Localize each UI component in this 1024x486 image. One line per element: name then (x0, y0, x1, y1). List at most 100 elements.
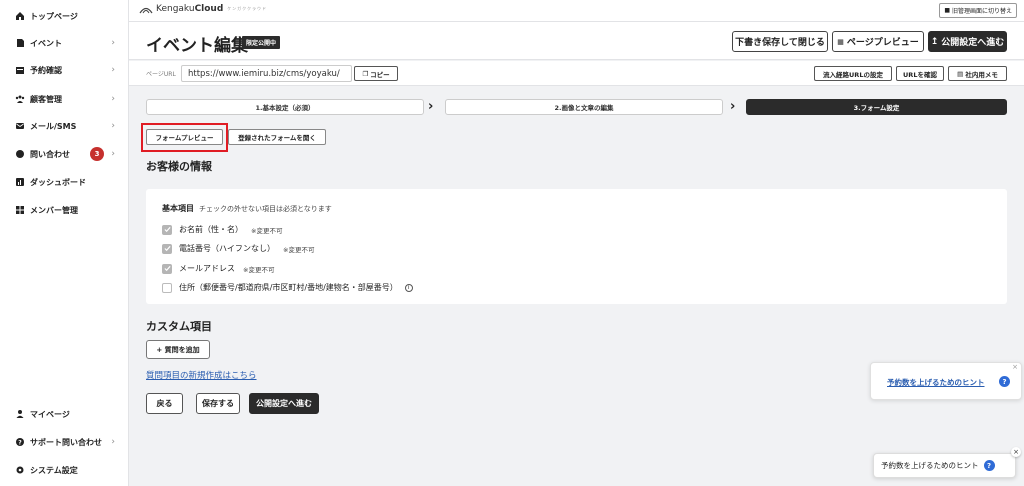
step-basic-settings[interactable]: 1.基本設定（必須） (146, 99, 424, 115)
page-preview-button[interactable]: ▦ ページプレビュー (832, 31, 924, 52)
main-content: イベント編集 限定公開中 下書き保存して閉じる ▦ ページプレビュー ↥ 公開設… (129, 22, 1024, 486)
sidebar-item-label: システム設定 (30, 465, 78, 475)
add-question-button[interactable]: + 質問を追加 (146, 340, 210, 359)
upload-icon: ↥ (930, 36, 939, 47)
field-label: お名前（性・名） (179, 225, 243, 234)
info-icon[interactable]: i (404, 283, 413, 292)
page-title: イベント編集 (146, 36, 248, 56)
document-icon (14, 38, 25, 49)
logo: Kengaku Cloud ケンガククラウド (139, 4, 267, 14)
chevron-right-icon: › (111, 437, 115, 447)
sidebar-item-label: メンバー管理 (30, 205, 78, 215)
basic-note: チェックの外せない項目は必須となります (199, 205, 332, 213)
copy-label: コピー (370, 70, 390, 79)
sidebar: トップページ イベント › 予約確認 › 顧客管理 › メール/SMS › 問い… (0, 0, 129, 486)
status-badge: 限定公開中 (242, 36, 281, 49)
url-bar: ページURL https://www.iemiru.biz/cms/yoyaku… (129, 61, 1024, 86)
highlight-box (141, 123, 228, 152)
person-icon (14, 409, 25, 420)
chevron-right-icon: › (111, 94, 115, 104)
memo-icon: ▤ (957, 69, 964, 78)
chart-icon (14, 177, 25, 188)
save-draft-close-button[interactable]: 下書き保存して閉じる (732, 31, 828, 52)
internal-memo-label: 社内用メモ (965, 70, 998, 79)
sidebar-item-dashboard[interactable]: ダッシュボード (0, 171, 129, 193)
switch-old-admin-button[interactable]: ■ 旧管理画面に切り替え (939, 3, 1017, 18)
open-registered-form-button[interactable]: 登録されたフォームを開く (228, 129, 326, 145)
question-icon: ? (999, 376, 1010, 387)
sidebar-item-label: ダッシュボード (30, 177, 86, 187)
field-note: ※変更不可 (243, 265, 275, 274)
sidebar-item-reservations[interactable]: 予約確認 › (0, 59, 129, 81)
field-label: メールアドレス (179, 264, 235, 273)
copy-url-button[interactable]: ❐ コピー (354, 66, 398, 81)
svg-text:?: ? (18, 439, 22, 446)
sidebar-item-label: イベント (30, 38, 62, 48)
internal-memo-button[interactable]: ▤ 社内用メモ (948, 66, 1007, 81)
switch-icon: ■ (944, 7, 950, 14)
basic-title: 基本項目 (162, 204, 194, 213)
checkbox[interactable] (162, 263, 172, 274)
checkbox[interactable] (162, 282, 172, 293)
hint-link[interactable]: 予約数を上げるためのヒント (887, 377, 985, 388)
page-preview-label: ページプレビュー (846, 38, 919, 48)
close-icon[interactable]: × (1011, 447, 1021, 457)
sidebar-item-label: 顧客管理 (30, 94, 62, 104)
sidebar-item-members[interactable]: メンバー管理 (0, 199, 129, 221)
mail-icon (14, 121, 25, 132)
preview-icon: ▦ (837, 37, 844, 46)
sidebar-item-mail-sms[interactable]: メール/SMS › (0, 115, 129, 137)
top-header: Kengaku Cloud ケンガククラウド ■ 旧管理画面に切り替え (129, 0, 1024, 22)
checkbox[interactable] (162, 224, 172, 235)
hint-popup: × 予約数を上げるためのヒント ? (870, 362, 1022, 400)
field-note: ※変更不可 (283, 245, 315, 254)
sidebar-item-top-page[interactable]: トップページ (0, 5, 129, 27)
chevron-right-icon: › (111, 121, 115, 131)
sidebar-item-support[interactable]: ? サポート問い合わせ › (0, 431, 129, 453)
route-url-settings-button[interactable]: 流入経路URLの設定 (814, 66, 892, 81)
checkbox[interactable] (162, 243, 172, 254)
back-button[interactable]: 戻る (146, 393, 183, 414)
home-icon (14, 11, 25, 22)
sidebar-item-label: メール/SMS (30, 121, 77, 131)
chevron-right-icon: › (111, 149, 115, 159)
publish-settings-button[interactable]: ↥ 公開設定へ進む (928, 31, 1007, 52)
grid-icon (14, 205, 25, 216)
sidebar-item-label: マイページ (30, 409, 70, 419)
logo-text-a: Kengaku (156, 4, 195, 14)
logo-text-b: Cloud (194, 4, 224, 14)
check-url-button[interactable]: URLを確認 (896, 66, 944, 81)
custom-items-title: カスタム項目 (146, 320, 212, 333)
step-image-text[interactable]: 2.画像と文章の編集 (445, 99, 723, 115)
publish-next-button[interactable]: 公開設定へ進む (249, 393, 319, 414)
close-icon[interactable]: × (1012, 363, 1018, 371)
chat-icon (14, 149, 25, 160)
step-arrow-icon: › (730, 99, 736, 114)
sidebar-item-system-settings[interactable]: システム設定 (0, 459, 129, 481)
hint-button-label: 予約数を上げるためのヒント (881, 461, 979, 470)
sidebar-item-customers[interactable]: 顧客管理 › (0, 88, 129, 110)
sidebar-item-inquiries[interactable]: 問い合わせ 3 › (0, 143, 129, 165)
page-url-field[interactable]: https://www.iemiru.biz/cms/yoyaku/ (181, 65, 352, 82)
sidebar-item-label: トップページ (30, 11, 78, 21)
save-button[interactable]: 保存する (196, 393, 240, 414)
people-icon (14, 94, 25, 105)
sidebar-item-event[interactable]: イベント › (0, 32, 129, 54)
switch-old-admin-label: 旧管理画面に切り替え (951, 8, 1012, 15)
field-label: 住所（郵便番号/都道府県/市区町村/番地/建物名・部屋番号） (179, 283, 398, 292)
publish-settings-label: 公開設定へ進む (941, 38, 1005, 48)
url-label: ページURL (146, 71, 176, 78)
field-label: 電話番号（ハイフンなし） (179, 244, 275, 253)
sidebar-item-mypage[interactable]: マイページ (0, 403, 129, 425)
chevron-right-icon: › (111, 65, 115, 75)
gear-icon (14, 465, 25, 476)
copy-icon: ❐ (362, 69, 369, 78)
hint-button[interactable]: 予約数を上げるためのヒント ? (873, 453, 1016, 478)
field-email: メールアドレス ※変更不可 (162, 263, 274, 274)
field-address: 住所（郵便番号/都道府県/市区町村/番地/建物名・部屋番号） i (162, 282, 413, 293)
check-icon (163, 226, 171, 233)
step-form-settings[interactable]: 3.フォーム設定 (746, 99, 1007, 115)
logo-tagline: ケンガククラウド (227, 6, 268, 11)
basic-fields-heading: 基本項目 チェックの外せない項目は必須となります (162, 203, 332, 214)
new-question-link[interactable]: 質問項目の新規作成はこちら (146, 369, 257, 381)
